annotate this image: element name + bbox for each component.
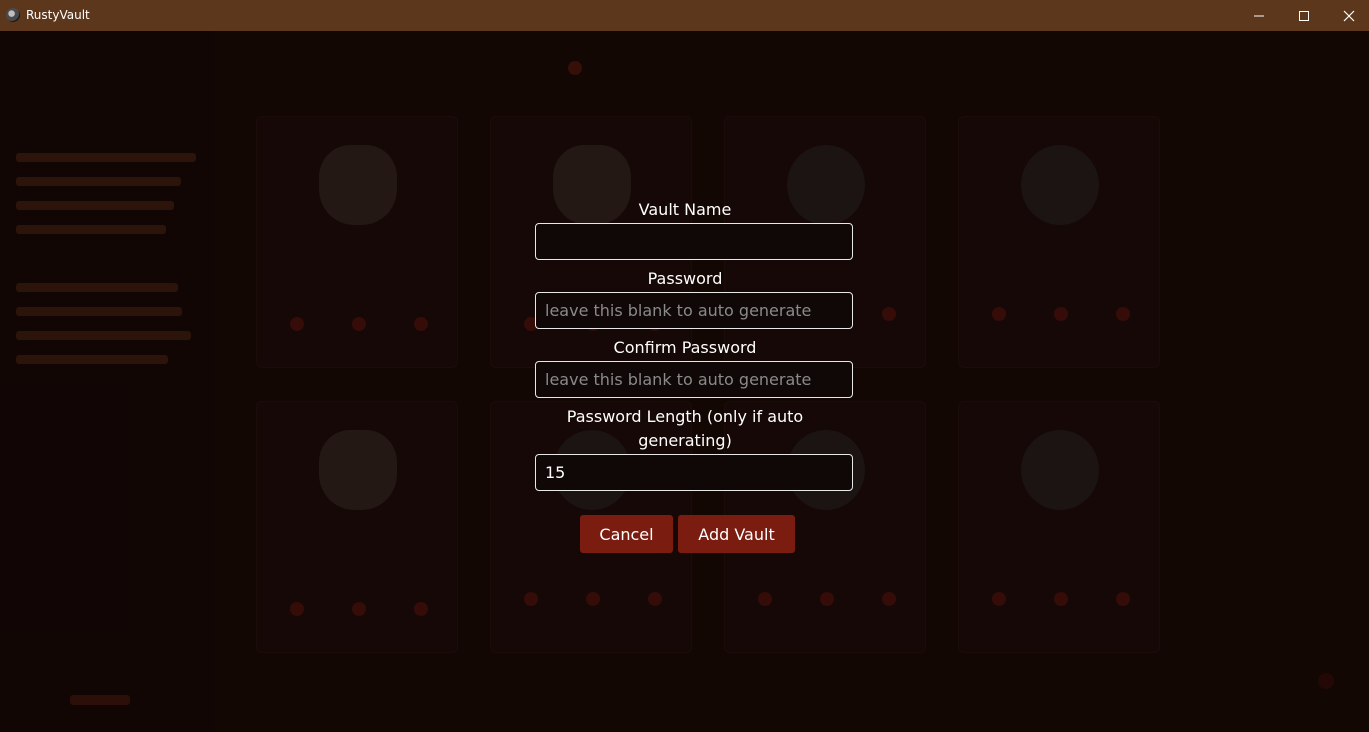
add-vault-dialog: Vault Name Password Confirm Password Pas… [535,200,853,560]
password-label: Password [647,269,723,288]
confirm-password-label: Confirm Password [613,338,757,357]
maximize-icon [1299,10,1309,21]
add-vault-button[interactable]: Add Vault [678,515,795,553]
password-input[interactable] [535,292,853,329]
title-bar: RustyVault [0,0,1369,31]
close-icon [1343,10,1355,21]
password-length-label: Password Length (only if auto generating… [566,407,804,450]
minimize-button[interactable] [1236,0,1282,31]
window-title: RustyVault [26,8,90,22]
app-logo-icon [6,8,20,22]
minimize-icon [1254,15,1264,16]
vault-name-label: Vault Name [638,200,732,219]
confirm-password-input[interactable] [535,361,853,398]
close-button[interactable] [1326,0,1369,31]
maximize-button[interactable] [1281,0,1327,31]
password-length-input[interactable] [535,454,853,491]
cancel-button[interactable]: Cancel [580,515,673,553]
vault-name-input[interactable] [535,223,853,260]
